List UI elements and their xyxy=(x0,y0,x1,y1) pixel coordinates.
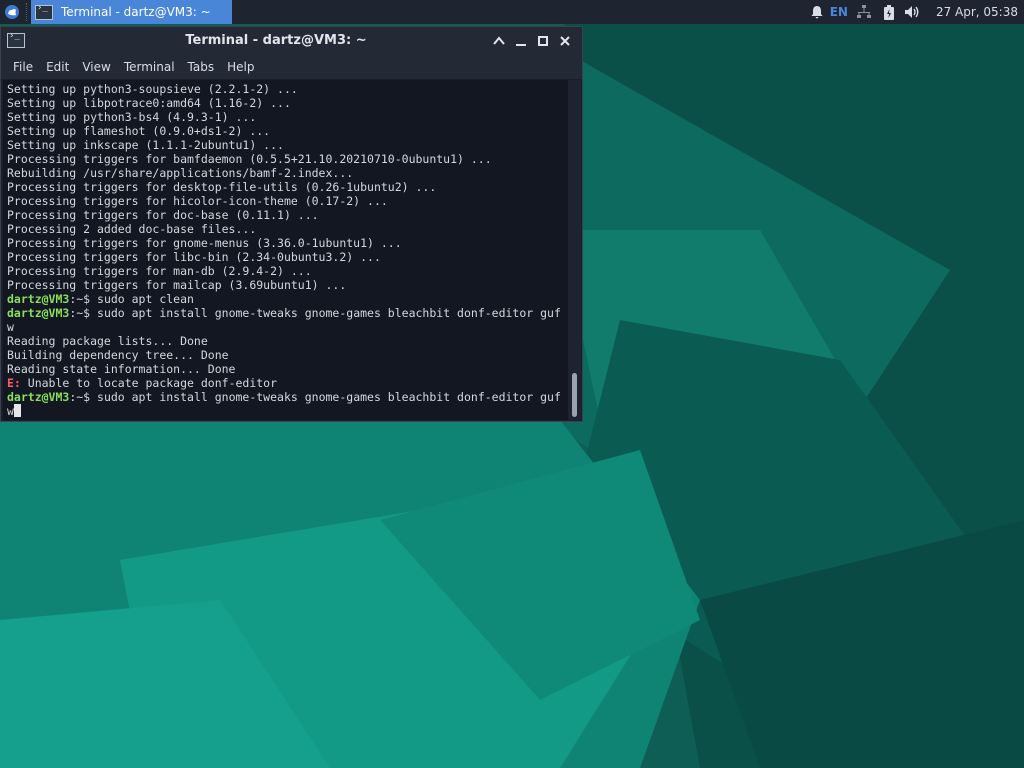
terminal-line: Processing triggers for desktop-file-uti… xyxy=(7,180,568,194)
battery-icon[interactable] xyxy=(883,4,894,20)
close-icon xyxy=(560,36,570,46)
window-controls xyxy=(488,27,576,55)
line-text: Processing 2 added doc-base files... xyxy=(7,222,257,236)
terminal-line: Processing triggers for hicolor-icon-the… xyxy=(7,194,568,208)
terminal-icon xyxy=(35,3,53,20)
terminal-line: Setting up flameshot (0.9.0+ds1-2) ... xyxy=(7,124,568,138)
line-text: Processing triggers for desktop-file-uti… xyxy=(7,180,437,194)
command-text: sudo apt install gnome-tweaks gnome-game… xyxy=(97,306,561,320)
terminal-line: Setting up python3-bs4 (4.9.3-1) ... xyxy=(7,110,568,124)
terminal-line: Building dependency tree... Done xyxy=(7,348,568,362)
line-text: Reading state information... Done xyxy=(7,362,236,376)
line-text: Rebuilding /usr/share/applications/bamf-… xyxy=(7,166,354,180)
terminal-line: Setting up python3-soupsieve (2.2.1-2) .… xyxy=(7,82,568,96)
line-text: Processing triggers for bamfdaemon (0.5.… xyxy=(7,152,492,166)
volume-icon[interactable] xyxy=(904,5,920,19)
terminal-window: Terminal - dartz@VM3: ~ File Edit View T… xyxy=(0,26,583,422)
error-text: Unable to locate package donf-editor xyxy=(20,376,278,390)
terminal-line: Processing triggers for doc-base (0.11.1… xyxy=(7,208,568,222)
whisker-menu-button[interactable] xyxy=(0,0,24,24)
terminal-line: Rebuilding /usr/share/applications/bamf-… xyxy=(7,166,568,180)
system-tray: EN 27 Apr, 05:38 xyxy=(810,0,1024,24)
line-text: Setting up flameshot (0.9.0+ds1-2) ... xyxy=(7,124,271,138)
terminal-line: dartz@VM3:~$ sudo apt clean xyxy=(7,292,568,306)
chevron-up-icon xyxy=(493,36,505,45)
prompt-separator: :~$ xyxy=(69,390,98,404)
line-text: w xyxy=(7,320,14,334)
line-text: Setting up python3-bs4 (4.9.3-1) ... xyxy=(7,110,257,124)
prompt-user: dartz@VM3 xyxy=(7,306,70,320)
close-button[interactable] xyxy=(554,30,576,52)
terminal-line: dartz@VM3:~$ sudo apt install gnome-twea… xyxy=(7,306,568,320)
menu-help[interactable]: Help xyxy=(221,60,260,74)
prompt-user: dartz@VM3 xyxy=(7,292,70,306)
prompt-user: dartz@VM3 xyxy=(7,390,70,404)
window-title: Terminal - dartz@VM3: ~ xyxy=(185,33,367,48)
panel-clock[interactable]: 27 Apr, 05:38 xyxy=(936,5,1018,19)
scrollbar-thumb[interactable] xyxy=(572,373,577,417)
taskbar-terminal-label: Terminal - dartz@VM3: ~ xyxy=(61,5,211,19)
terminal-line: Reading package lists... Done xyxy=(7,334,568,348)
line-text: Processing triggers for man-db (2.9.4-2)… xyxy=(7,264,312,278)
text-cursor xyxy=(13,404,21,417)
maximize-icon xyxy=(538,36,548,46)
terminal-output[interactable]: Setting up python3-soupsieve (2.2.1-2) .… xyxy=(3,80,568,420)
line-text: Setting up libpotrace0:amd64 (1.16-2) ..… xyxy=(7,96,291,110)
terminal-line: Reading state information... Done xyxy=(7,362,568,376)
terminal-line: w xyxy=(7,320,568,334)
prompt-separator: :~$ xyxy=(69,292,98,306)
taskbar-terminal-button[interactable]: Terminal - dartz@VM3: ~ xyxy=(31,0,232,24)
prompt-separator: :~$ xyxy=(69,306,98,320)
network-icon[interactable] xyxy=(856,5,872,19)
terminal-line: E: Unable to locate package donf-editor xyxy=(7,376,568,390)
maximize-button[interactable] xyxy=(532,30,554,52)
menu-edit[interactable]: Edit xyxy=(40,60,75,74)
minimize-icon xyxy=(516,44,526,46)
panel-separator xyxy=(26,3,29,21)
line-text: Setting up inkscape (1.1.1-2ubuntu1) ... xyxy=(7,138,284,152)
terminal-line: Processing triggers for gnome-menus (3.3… xyxy=(7,236,568,250)
command-text: sudo apt install gnome-tweaks gnome-game… xyxy=(97,390,561,404)
line-text: Processing triggers for libc-bin (2.34-0… xyxy=(7,250,381,264)
menu-bar: File Edit View Terminal Tabs Help xyxy=(1,55,582,79)
terminal-line: Setting up inkscape (1.1.1-2ubuntu1) ... xyxy=(7,138,568,152)
xfce-launcher-icon xyxy=(5,5,19,19)
terminal-line: Processing 2 added doc-base files... xyxy=(7,222,568,236)
menu-view[interactable]: View xyxy=(76,60,116,74)
menu-file[interactable]: File xyxy=(7,60,39,74)
line-text: w xyxy=(7,404,14,418)
terminal-line: Setting up libpotrace0:amd64 (1.16-2) ..… xyxy=(7,96,568,110)
line-text: Building dependency tree... Done xyxy=(7,348,229,362)
menu-tabs[interactable]: Tabs xyxy=(182,60,221,74)
line-text: Processing triggers for gnome-menus (3.3… xyxy=(7,236,402,250)
command-text: sudo apt clean xyxy=(97,292,194,306)
window-titlebar[interactable]: Terminal - dartz@VM3: ~ xyxy=(1,27,582,55)
terminal-line: dartz@VM3:~$ sudo apt install gnome-twea… xyxy=(7,390,568,404)
terminal-line: Processing triggers for libc-bin (2.34-0… xyxy=(7,250,568,264)
minimize-button[interactable] xyxy=(510,30,532,52)
menu-terminal[interactable]: Terminal xyxy=(118,60,181,74)
terminal-line: Processing triggers for bamfdaemon (0.5.… xyxy=(7,152,568,166)
line-text: Processing triggers for mailcap (3.69ubu… xyxy=(7,278,347,292)
terminal-scrollbar[interactable] xyxy=(568,80,581,420)
keyboard-layout-indicator[interactable]: EN xyxy=(830,5,848,19)
line-text: Processing triggers for hicolor-icon-the… xyxy=(7,194,388,208)
line-text: Processing triggers for doc-base (0.11.1… xyxy=(7,208,319,222)
shade-button[interactable] xyxy=(488,30,510,52)
line-text: Setting up python3-soupsieve (2.2.1-2) .… xyxy=(7,82,298,96)
error-label: E: xyxy=(7,376,21,390)
terminal-line: Processing triggers for mailcap (3.69ubu… xyxy=(7,278,568,292)
notification-bell-icon[interactable] xyxy=(810,5,824,19)
line-text: Reading package lists... Done xyxy=(7,334,208,348)
terminal-line: Processing triggers for man-db (2.9.4-2)… xyxy=(7,264,568,278)
terminal-line: w xyxy=(7,404,568,418)
top-panel: Terminal - dartz@VM3: ~ EN 27 Apr, 05:38 xyxy=(0,0,1024,24)
